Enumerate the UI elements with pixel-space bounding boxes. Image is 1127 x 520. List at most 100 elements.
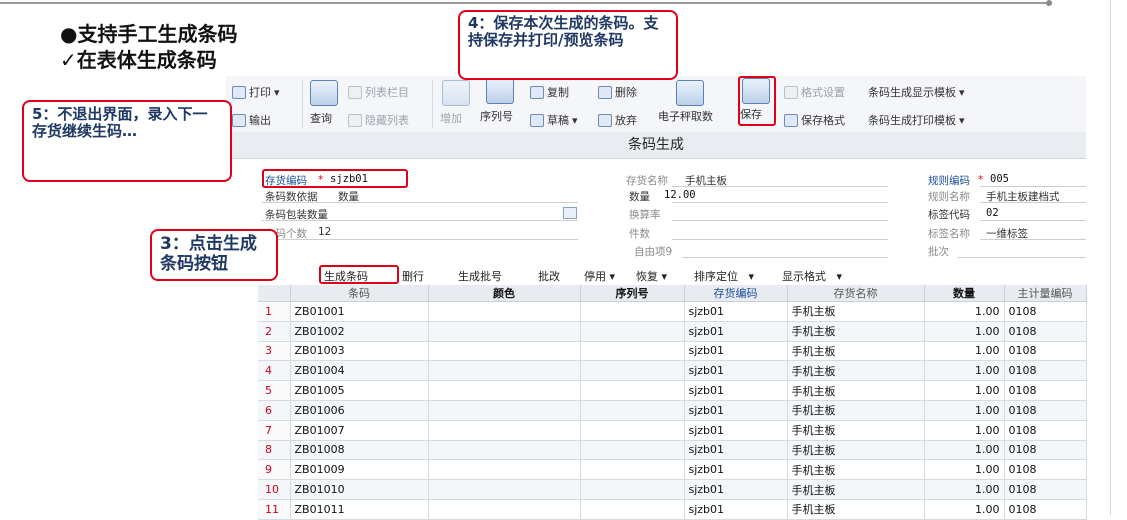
inventory-code-cell[interactable]: sjzb01 (684, 360, 788, 382)
inventory-code-cell[interactable]: sjzb01 (684, 440, 788, 461)
table-row[interactable]: 8 ZB01008 sjzb01 手机主板 1.00 0108 (258, 440, 1087, 461)
main-unit-cell[interactable]: 0108 (1004, 459, 1087, 481)
color-cell[interactable] (428, 360, 581, 382)
count-field[interactable]: 12 (318, 226, 331, 238)
serial-cell[interactable] (580, 341, 685, 362)
serial-cell[interactable] (580, 420, 685, 441)
inventory-name-cell[interactable]: 手机主板 (787, 380, 925, 401)
main-unit-cell[interactable]: 0108 (1004, 360, 1087, 382)
main-unit-cell[interactable]: 0108 (1004, 440, 1087, 461)
barcode-cell[interactable]: ZB01010 (290, 479, 429, 500)
restore-dropdown[interactable]: 恢复 ▾ (636, 268, 667, 284)
quantity-cell[interactable]: 1.00 (924, 479, 1005, 500)
inventory-name-cell[interactable]: 手机主板 (787, 360, 925, 382)
display-format-dropdown[interactable]: 显示格式 ▾ (782, 268, 842, 284)
main-unit-cell[interactable]: 0108 (1004, 380, 1087, 401)
quantity-field[interactable]: 12.00 (664, 189, 696, 201)
serial-cell[interactable] (580, 459, 685, 481)
main-unit-cell[interactable]: 0108 (1004, 420, 1087, 441)
table-row[interactable]: 5 ZB01005 sjzb01 手机主板 1.00 0108 (258, 380, 1087, 401)
column-header-main-unit[interactable]: 主计量编码 (1004, 285, 1087, 302)
color-cell[interactable] (428, 321, 581, 342)
quantity-cell[interactable]: 1.00 (924, 459, 1005, 481)
inventory-code-cell[interactable]: sjzb01 (684, 400, 788, 421)
quantity-cell[interactable]: 1.00 (924, 360, 1005, 382)
serial-cell[interactable] (580, 499, 685, 520)
quantity-cell[interactable]: 1.00 (924, 380, 1005, 401)
serial-cell[interactable] (580, 301, 685, 322)
color-cell[interactable] (428, 459, 581, 481)
serial-cell[interactable] (580, 400, 685, 421)
output-button[interactable]: 输出 (232, 112, 271, 128)
column-header-quantity[interactable]: 数量 (924, 285, 1005, 302)
table-row[interactable]: 4 ZB01004 sjzb01 手机主板 1.00 0108 (258, 360, 1087, 382)
inventory-code-cell[interactable]: sjzb01 (684, 341, 788, 362)
color-cell[interactable] (428, 479, 581, 500)
color-cell[interactable] (428, 341, 581, 362)
main-unit-cell[interactable]: 0108 (1004, 499, 1087, 520)
serial-cell[interactable] (580, 479, 685, 500)
table-row[interactable]: 11 ZB01011 sjzb01 手机主板 1.00 0108 (258, 499, 1087, 520)
barcode-cell[interactable]: ZB01002 (290, 321, 429, 342)
table-row[interactable]: 10 ZB01010 sjzb01 手机主板 1.00 0108 (258, 479, 1087, 500)
inventory-code-cell[interactable]: sjzb01 (684, 321, 788, 342)
inventory-name-cell[interactable]: 手机主板 (787, 479, 925, 500)
table-row[interactable]: 2 ZB01002 sjzb01 手机主板 1.00 0108 (258, 321, 1087, 342)
quantity-cell[interactable]: 1.00 (924, 321, 1005, 342)
quantity-cell[interactable]: 1.00 (924, 420, 1005, 441)
print-template-dropdown[interactable]: 条码生成打印模板 ▾ (868, 112, 965, 128)
inventory-code-cell[interactable]: sjzb01 (684, 380, 788, 401)
inventory-name-cell[interactable]: 手机主板 (787, 400, 925, 421)
quantity-cell[interactable]: 1.00 (924, 499, 1005, 520)
discard-button[interactable]: 放弃 (598, 112, 637, 128)
main-unit-cell[interactable]: 0108 (1004, 479, 1087, 500)
inventory-code-cell[interactable]: sjzb01 (684, 459, 788, 481)
display-template-dropdown[interactable]: 条码生成显示模板 ▾ (868, 84, 965, 100)
barcode-cell[interactable]: ZB01003 (290, 341, 429, 362)
serial-cell[interactable] (580, 321, 685, 342)
barcode-cell[interactable]: ZB01005 (290, 380, 429, 401)
column-header-barcode[interactable]: 条码 (290, 285, 429, 302)
serial-button[interactable]: 序列号 (480, 108, 513, 124)
generate-batch-button[interactable]: 生成批号 (458, 268, 502, 284)
quantity-cell[interactable]: 1.00 (924, 301, 1005, 322)
color-cell[interactable] (428, 499, 581, 520)
barcode-cell[interactable]: ZB01006 (290, 400, 429, 421)
delete-row-button[interactable]: 删行 (402, 268, 424, 284)
query-button[interactable]: 查询 (310, 110, 332, 126)
hide-list-button[interactable]: 隐藏列表 (348, 112, 409, 128)
color-cell[interactable] (428, 400, 581, 421)
main-unit-cell[interactable]: 0108 (1004, 341, 1087, 362)
barcode-cell[interactable]: ZB01007 (290, 420, 429, 441)
color-cell[interactable] (428, 301, 581, 322)
color-cell[interactable] (428, 380, 581, 401)
inventory-code-cell[interactable]: sjzb01 (684, 479, 788, 500)
main-unit-cell[interactable]: 0108 (1004, 400, 1087, 421)
draft-button[interactable]: 草稿 ▾ (530, 112, 578, 128)
quantity-cell[interactable]: 1.00 (924, 440, 1005, 461)
print-button[interactable]: 打印 ▾ (232, 84, 280, 100)
inventory-name-cell[interactable]: 手机主板 (787, 321, 925, 342)
barcode-cell[interactable]: ZB01011 (290, 499, 429, 520)
barcode-cell[interactable]: ZB01001 (290, 301, 429, 322)
serial-cell[interactable] (580, 380, 685, 401)
inventory-name-cell[interactable]: 手机主板 (787, 420, 925, 441)
inventory-name-cell[interactable]: 手机主板 (787, 341, 925, 362)
serial-cell[interactable] (580, 440, 685, 461)
tag-code-field[interactable]: 02 (986, 207, 999, 219)
edit-batch-button[interactable]: 批改 (538, 268, 560, 284)
list-columns-button[interactable]: 列表栏目 (348, 84, 409, 100)
color-cell[interactable] (428, 440, 581, 461)
barcode-cell[interactable]: ZB01008 (290, 440, 429, 461)
column-header-color[interactable]: 颜色 (428, 285, 581, 302)
add-button[interactable]: 增加 (440, 110, 462, 126)
main-unit-cell[interactable]: 0108 (1004, 321, 1087, 342)
inventory-name-cell[interactable]: 手机主板 (787, 459, 925, 481)
inventory-name-cell[interactable]: 手机主板 (787, 499, 925, 520)
inventory-code-cell[interactable]: sjzb01 (684, 301, 788, 322)
disable-dropdown[interactable]: 停用 ▾ (584, 268, 615, 284)
copy-button[interactable]: 复制 (530, 84, 569, 100)
rule-code-field[interactable]: 005 (990, 173, 1009, 185)
quantity-cell[interactable]: 1.00 (924, 400, 1005, 421)
inventory-name-cell[interactable]: 手机主板 (787, 301, 925, 322)
